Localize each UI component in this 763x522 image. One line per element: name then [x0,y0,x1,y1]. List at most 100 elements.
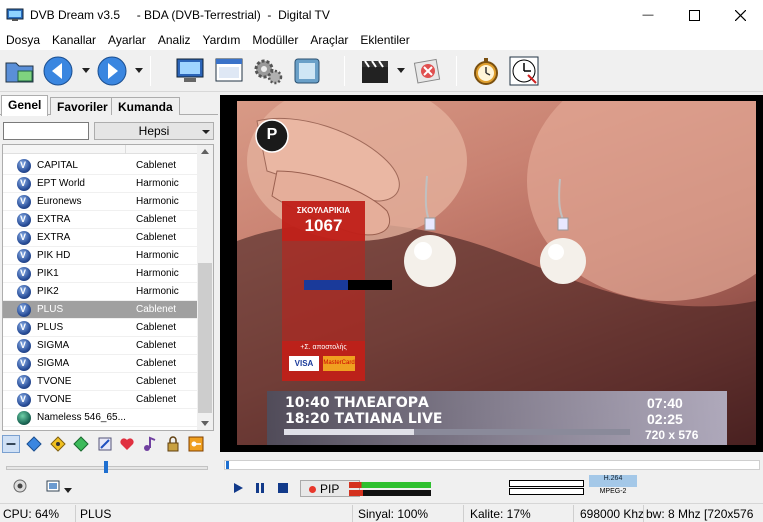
heart-icon[interactable] [118,435,136,453]
tv-channel-icon [17,177,31,191]
seek-position[interactable] [226,461,229,469]
video-display[interactable]: P ΣΚΟΥΛΑΡΙΚΙΑ 1067 +Σ. αποστολής VISA Ma… [237,101,756,445]
display-settings-icon[interactable] [291,55,323,87]
music-note-icon[interactable] [141,435,159,453]
list-item[interactable]: PLUS Cablenet [3,301,199,319]
lock-icon[interactable] [164,435,182,453]
menu-ayarlar[interactable]: Ayarlar [102,30,152,50]
forward-icon[interactable] [96,55,128,87]
scroll-down-icon[interactable] [201,421,209,426]
channel-name: TVONE [37,376,72,387]
open-channels-icon[interactable] [4,55,36,87]
channel-mux: Cablenet [136,232,177,243]
settings-gear-icon[interactable] [252,55,284,87]
stop-record-icon[interactable] [412,55,444,87]
diamond-green-icon[interactable] [72,435,90,453]
list-item[interactable]: Nameless 546_65... [3,409,199,427]
scroll-up-icon[interactable] [201,149,209,154]
list-item[interactable]: Euronews Harmonic [3,193,199,211]
back-dropdown-icon[interactable] [82,68,90,73]
monitor-icon[interactable] [174,55,206,87]
minimize-button[interactable]: — [625,0,671,30]
menu-araclar[interactable]: Araçlar [304,30,354,50]
back-icon[interactable] [42,55,74,87]
channel-mux: Harmonic [136,286,179,297]
clapperboard-icon[interactable] [359,55,391,87]
menu-analiz[interactable]: Analiz [152,30,197,50]
list-item[interactable]: EXTRA Cablenet [3,229,199,247]
forward-dropdown-icon[interactable] [135,68,143,73]
menu-eklentiler[interactable]: Eklentiler [354,30,415,50]
list-item[interactable]: PIK2 Harmonic [3,283,199,301]
minus-icon[interactable] [2,435,20,453]
channel-mux: Cablenet [136,394,177,405]
tv-channel-icon [17,213,31,227]
diamond-blue-icon[interactable] [25,435,43,453]
tv-channel-icon [17,267,31,281]
channel-search-input[interactable] [3,122,89,140]
list-item[interactable]: TVONE Cablenet [3,391,199,409]
scroll-thumb[interactable] [198,263,212,413]
channel-mux: Harmonic [136,178,179,189]
warning-icon[interactable] [49,435,67,453]
channel-name: Nameless 546_65... [37,412,126,423]
close-button[interactable] [717,0,763,30]
screen-mode-icon[interactable] [46,478,62,494]
screen-mode-dropdown-icon[interactable] [64,488,72,493]
tv-channel-icon [17,321,31,335]
toolbar [0,50,763,92]
maximize-button[interactable] [671,0,717,30]
list-item[interactable]: PIK HD Harmonic [3,247,199,265]
list-item[interactable]: PIK1 Harmonic [3,265,199,283]
channel-mux: Cablenet [136,376,177,387]
menu-yardim[interactable]: Yardım [197,30,247,50]
pip-label: PIP [320,482,340,496]
list-scrollbar[interactable] [197,145,213,430]
record-dropdown-icon[interactable] [397,68,405,73]
status-frequency: 698000 Khz [580,507,645,521]
list-item[interactable]: PLUS Cablenet [3,319,199,337]
volume-area [0,456,218,502]
video-scene [237,101,756,445]
tv-channel-icon [17,393,31,407]
channel-mux: Harmonic [136,250,179,261]
list-item[interactable]: SIGMA Cablenet [3,337,199,355]
status-bar: CPU: 64% PLUS Sinyal: 100% Kalite: 17% 6… [0,503,763,522]
scheduler-clock-icon[interactable] [508,55,540,87]
key-icon[interactable] [187,435,205,453]
channel-name: TVONE [37,394,72,405]
window-icon[interactable] [213,55,245,87]
menu-dosya[interactable]: Dosya [0,30,46,50]
channel-mux: Cablenet [136,304,177,315]
tab-kumanda[interactable]: Kumanda [111,97,180,115]
menu-moduller[interactable]: Modüller [246,30,304,50]
pause-icon[interactable] [254,482,266,494]
play-icon[interactable] [232,482,244,494]
volume-slider-thumb[interactable] [104,461,108,473]
list-item[interactable]: CAPITAL Cablenet [3,157,199,175]
globe-icon [17,411,31,425]
speaker-icon[interactable] [12,478,28,494]
list-item[interactable]: SIGMA Cablenet [3,355,199,373]
tv-channel-icon [17,339,31,353]
promo-shipping: +Σ. αποστολής [300,344,347,351]
tv-channel-icon [17,303,31,317]
channel-panel: Genel Favoriler Kumanda Hepsi CAPITAL Cab… [0,93,218,503]
channel-filter-combo[interactable]: Hepsi [94,122,214,140]
buffer-indicator-1 [509,480,584,487]
tab-genel[interactable]: Genel [1,95,49,116]
list-item[interactable]: EPT World Harmonic [3,175,199,193]
menu-kanallar[interactable]: Kanallar [46,30,102,50]
status-quality: Kalite: 17% [470,507,531,521]
stopwatch-icon[interactable] [470,55,502,87]
seek-bar[interactable] [224,460,760,470]
stop-icon[interactable] [277,482,289,494]
tab-favoriler[interactable]: Favoriler [50,97,115,115]
edit-icon[interactable] [96,435,114,453]
channel-name: PIK1 [37,268,59,279]
tv-channel-icon [17,249,31,263]
tv-channel-icon [17,231,31,245]
list-item[interactable]: EXTRA Cablenet [3,211,199,229]
channel-mux: Cablenet [136,322,177,333]
list-item[interactable]: TVONE Cablenet [3,373,199,391]
